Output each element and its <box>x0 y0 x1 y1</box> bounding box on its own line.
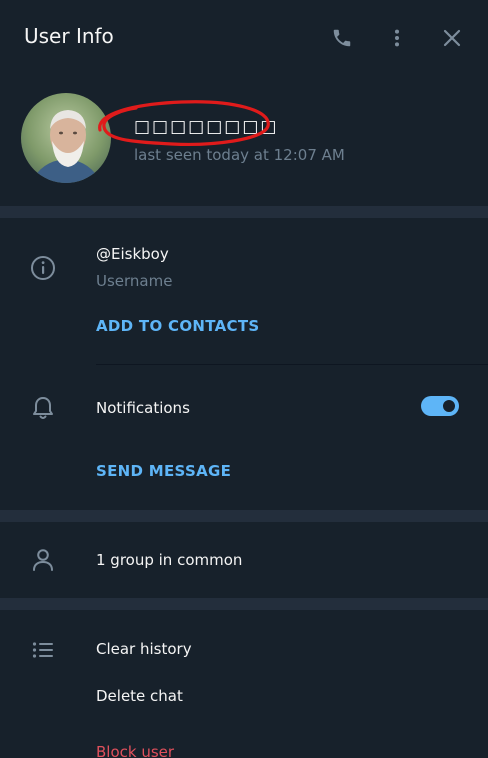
call-button[interactable] <box>324 20 360 56</box>
groups-in-common[interactable]: 1 group in common <box>96 551 242 569</box>
more-button[interactable] <box>379 20 415 56</box>
notifications-toggle[interactable] <box>421 396 459 416</box>
user-icon <box>28 545 58 575</box>
profile-name: □□□□□□□□ <box>134 117 279 137</box>
bell-icon <box>28 393 58 423</box>
info-icon <box>28 253 58 283</box>
add-to-contacts-button[interactable]: ADD TO CONTACTS <box>96 317 259 335</box>
section-divider <box>0 206 488 218</box>
section-divider <box>0 510 488 522</box>
notifications-label: Notifications <box>96 399 190 417</box>
close-icon <box>443 29 461 47</box>
avatar[interactable] <box>21 93 111 183</box>
username-label: Username <box>96 272 173 290</box>
header: User Info <box>0 0 488 76</box>
block-user-button[interactable]: Block user <box>96 743 174 758</box>
avatar-photo <box>21 93 111 183</box>
more-vertical-icon <box>394 29 400 47</box>
list-icon <box>28 635 58 665</box>
user-info-panel: User Info □□□□□□□□ last seen today at 12… <box>0 0 488 758</box>
row-separator <box>96 364 488 365</box>
send-message-button[interactable]: SEND MESSAGE <box>96 462 231 480</box>
clear-history-button[interactable]: Clear history <box>96 640 192 658</box>
section-divider <box>0 598 488 610</box>
profile-section: □□□□□□□□ last seen today at 12:07 AM <box>0 76 488 206</box>
last-seen-status: last seen today at 12:07 AM <box>134 146 345 164</box>
close-button[interactable] <box>434 20 470 56</box>
phone-icon <box>333 29 351 47</box>
username-value[interactable]: @Eiskboy <box>96 245 169 263</box>
panel-title: User Info <box>24 24 114 48</box>
toggle-knob <box>440 397 458 415</box>
delete-chat-button[interactable]: Delete chat <box>96 687 183 705</box>
